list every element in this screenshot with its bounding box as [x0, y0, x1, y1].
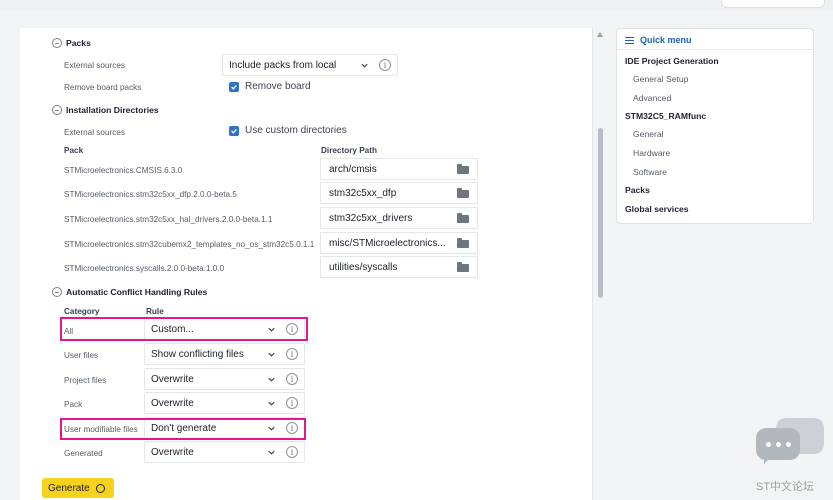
chevron-down-icon: [264, 396, 278, 410]
quick-menu-ide-project-generation[interactable]: IDE Project Generation: [625, 56, 719, 66]
pack-name: STMicroelectronics.CMSIS.6.3.0: [64, 166, 183, 175]
category-label: Generated: [64, 449, 103, 458]
folder-icon[interactable]: [457, 262, 469, 272]
directory-path-field[interactable]: arch/cmsis: [320, 158, 478, 180]
select-value: Overwrite: [151, 397, 194, 409]
rule-select[interactable]: Overwrite i: [144, 368, 305, 390]
info-icon[interactable]: i: [286, 446, 298, 458]
directory-path-value: arch/cmsis: [329, 163, 377, 175]
scrollbar-thumb[interactable]: [598, 128, 603, 298]
remove-board-packs-label: Remove board packs: [64, 83, 142, 92]
menu-icon: [625, 36, 634, 44]
remove-board-checkbox-label: Remove board: [245, 81, 311, 92]
rule-select[interactable]: Overwrite i: [144, 392, 305, 414]
generate-button-label: Generate: [48, 482, 90, 494]
directory-path-field[interactable]: utilities/syscalls: [320, 256, 478, 278]
custom-dirs-checkbox[interactable]: [229, 126, 239, 136]
directory-path-field[interactable]: misc/STMicroelectronics...: [320, 232, 478, 254]
chat-bubble-icon: [756, 418, 824, 470]
pack-column-header: Pack: [64, 146, 84, 155]
directory-path-field[interactable]: stm32c5xx_dfp: [320, 182, 478, 204]
category-label: Project files: [64, 376, 107, 385]
chevron-down-icon: [264, 372, 278, 386]
divider: [617, 49, 813, 50]
pack-name: STMicroelectronics.syscalls.2.0.0-beta.1…: [64, 264, 225, 273]
packs-collapse-icon[interactable]: [52, 38, 62, 48]
custom-dirs-checkbox-label: Use custom directories: [245, 125, 347, 136]
info-icon[interactable]: i: [286, 373, 298, 385]
quick-menu-general-setup[interactable]: General Setup: [633, 74, 688, 84]
pack-name: STMicroelectronics.stm32cubemx2_template…: [64, 240, 315, 249]
select-value: Show conflicting files: [151, 348, 244, 360]
rule-select[interactable]: Show conflicting files i: [144, 343, 305, 365]
packs-section-title: Packs: [66, 38, 91, 48]
info-icon[interactable]: i: [286, 397, 298, 409]
packs-external-sources-label: External sources: [64, 61, 125, 70]
conflict-section-title: Automatic Conflict Handling Rules: [66, 287, 208, 297]
folder-icon[interactable]: [457, 188, 469, 198]
quick-menu-title-label: Quick menu: [640, 35, 692, 45]
directory-path-value: misc/STMicroelectronics...: [329, 237, 446, 249]
quick-menu-software[interactable]: Software: [633, 167, 667, 177]
top-bar: [0, 0, 833, 10]
conflict-collapse-icon[interactable]: [52, 287, 62, 297]
folder-icon[interactable]: [457, 213, 469, 223]
chevron-down-icon: [357, 58, 371, 72]
highlight-box-all-rule: [60, 317, 308, 341]
quick-menu-general[interactable]: General: [633, 129, 664, 139]
install-dirs-collapse-icon[interactable]: [52, 105, 62, 115]
generate-icon: [95, 483, 105, 493]
folder-icon[interactable]: [457, 164, 469, 174]
category-column-header: Category: [64, 307, 100, 316]
generate-button[interactable]: Generate: [42, 478, 114, 498]
info-icon[interactable]: i: [379, 59, 391, 71]
select-value: Overwrite: [151, 373, 194, 385]
directory-path-value: stm32c5xx_drivers: [329, 212, 413, 224]
chevron-down-icon: [264, 347, 278, 361]
rule-select[interactable]: Overwrite i: [144, 441, 305, 463]
top-bar-control[interactable]: [721, 0, 825, 8]
install-external-sources-label: External sources: [64, 128, 125, 137]
quick-menu-advanced[interactable]: Advanced: [633, 93, 671, 103]
quick-menu-packs[interactable]: Packs: [625, 185, 650, 195]
category-label: User files: [64, 351, 99, 360]
install-dirs-section-title: Installation Directories: [66, 105, 159, 115]
rule-column-header: Rule: [146, 307, 164, 316]
quick-menu-title: Quick menu: [625, 35, 692, 45]
highlight-box-user-modifiable-rule: [60, 418, 306, 440]
scrollbar[interactable]: [597, 32, 605, 500]
pack-name: STMicroelectronics.stm32c5xx_dfp.2.0.0-b…: [64, 190, 237, 199]
chevron-down-icon: [264, 445, 278, 459]
select-value: Include packs from local: [229, 59, 337, 71]
quick-menu-global-services[interactable]: Global services: [625, 204, 689, 214]
remove-board-checkbox[interactable]: [229, 82, 239, 92]
quick-menu: Quick menu IDE Project Generation Genera…: [616, 28, 814, 224]
category-label: Pack: [64, 400, 83, 409]
select-value: Overwrite: [151, 446, 194, 458]
scroll-up-arrow-icon[interactable]: [597, 32, 603, 37]
pack-name: STMicroelectronics.stm32c5xx_hal_drivers…: [64, 215, 273, 224]
quick-menu-stm32c5-ramfunc[interactable]: STM32C5_RAMfunc: [625, 111, 706, 121]
folder-icon[interactable]: [457, 238, 469, 248]
watermark: ST中文论坛: [756, 481, 815, 493]
directory-path-column-header: Directory Path: [321, 146, 377, 155]
directory-path-value: utilities/syscalls: [329, 261, 398, 273]
directory-path-value: stm32c5xx_dfp: [329, 187, 397, 199]
quick-menu-hardware[interactable]: Hardware: [633, 148, 670, 158]
packs-external-sources-select[interactable]: Include packs from local i: [222, 54, 398, 76]
directory-path-field[interactable]: stm32c5xx_drivers: [320, 207, 478, 229]
info-icon[interactable]: i: [286, 348, 298, 360]
